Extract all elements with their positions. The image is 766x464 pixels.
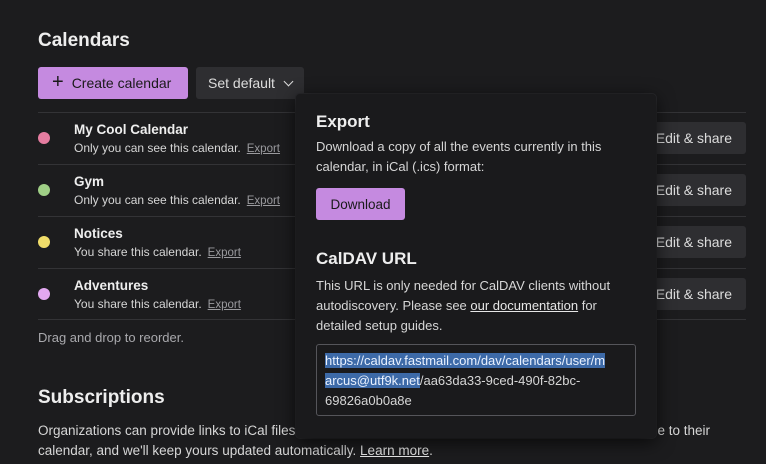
caldav-url-field[interactable]: https://caldav.fastmail.com/dav/calendar… [316, 344, 636, 416]
calendar-description-text: You share this calendar. [74, 297, 202, 311]
export-link[interactable]: Export [208, 247, 241, 259]
export-heading: Export [316, 112, 370, 131]
edit-share-button[interactable]: Edit & share [644, 226, 746, 258]
caldav-desc-line2-post: for [578, 298, 597, 313]
calendar-name: Adventures [74, 278, 149, 293]
calendar-description: You share this calendar. Export [74, 297, 241, 311]
caldav-desc-line2-pre: autodiscovery. Please see [316, 298, 471, 313]
calendar-color-dot [38, 132, 50, 144]
caldav-description: This URL is only needed for CalDAV clien… [316, 276, 636, 336]
export-description: Download a copy of all the events curren… [316, 137, 636, 177]
chevron-down-icon [283, 76, 294, 86]
calendar-description-text: You share this calendar. [74, 245, 202, 259]
calendar-name: My Cool Calendar [74, 122, 189, 137]
url-selected-text: arcus@utf9k.net [325, 373, 420, 388]
calendar-color-dot [38, 184, 50, 196]
subscriptions-text-line1-tail: be to their [650, 423, 711, 438]
url-text: /aa63da33-9ced-490f-82bc- [419, 373, 581, 388]
export-link[interactable]: Export [247, 143, 280, 155]
plus-icon: + [52, 71, 64, 93]
caldav-heading: CalDAV URL [316, 249, 417, 268]
edit-share-button[interactable]: Edit & share [644, 122, 746, 154]
subscriptions-text-line1: Organizations can provide links to iCal … [38, 423, 296, 438]
url-line: https://caldav.fastmail.com/dav/calendar… [325, 351, 627, 371]
subscriptions-period: . [429, 443, 433, 458]
subscriptions-text-line2: calendar, and we'll keep yours updated a… [38, 443, 357, 458]
url-selected-text: https://caldav.fastmail.com/dav/calendar… [325, 353, 606, 368]
edit-share-button[interactable]: Edit & share [644, 278, 746, 310]
caldav-desc-line1: This URL is only needed for CalDAV clien… [316, 278, 611, 293]
url-line: arcus@utf9k.net/aa63da33-9ced-490f-82bc- [325, 371, 627, 391]
subscriptions-text-line2-wrap: calendar, and we'll keep yours updated a… [38, 441, 433, 461]
download-button[interactable]: Download [316, 188, 405, 220]
export-desc-line1: Download a copy of all the events curren… [316, 139, 602, 154]
calendar-description: Only you can see this calendar. Export [74, 193, 280, 207]
set-default-button[interactable]: Set default [196, 67, 304, 99]
edit-share-button[interactable]: Edit & share [644, 174, 746, 206]
learn-more-link[interactable]: Learn more [360, 443, 429, 458]
create-calendar-label: Create calendar [71, 75, 172, 91]
export-popover: Export Download a copy of all the events… [296, 94, 656, 438]
calendar-description: You share this calendar. Export [74, 245, 241, 259]
documentation-link[interactable]: our documentation [470, 298, 578, 313]
export-link[interactable]: Export [208, 299, 241, 311]
calendar-settings-page: Calendars + Create calendar Set default … [0, 0, 766, 464]
calendar-name: Gym [74, 174, 105, 189]
create-calendar-button[interactable]: + Create calendar [38, 67, 188, 99]
calendar-description-text: Only you can see this calendar. [74, 193, 241, 207]
set-default-label: Set default [208, 75, 275, 91]
calendar-color-dot [38, 236, 50, 248]
url-line: 69826a0b0a8e [325, 391, 627, 411]
calendar-name: Notices [74, 226, 123, 241]
calendar-color-dot [38, 288, 50, 300]
export-link[interactable]: Export [247, 195, 280, 207]
calendar-description: Only you can see this calendar. Export [74, 141, 280, 155]
subscriptions-heading: Subscriptions [38, 387, 165, 408]
export-desc-line2: calendar, in iCal (.ics) format: [316, 159, 485, 174]
reorder-hint: Drag and drop to reorder. [38, 330, 184, 345]
caldav-desc-line3: detailed setup guides. [316, 318, 443, 333]
calendars-heading: Calendars [38, 30, 130, 51]
calendar-description-text: Only you can see this calendar. [74, 141, 241, 155]
url-text: 69826a0b0a8e [325, 393, 412, 408]
